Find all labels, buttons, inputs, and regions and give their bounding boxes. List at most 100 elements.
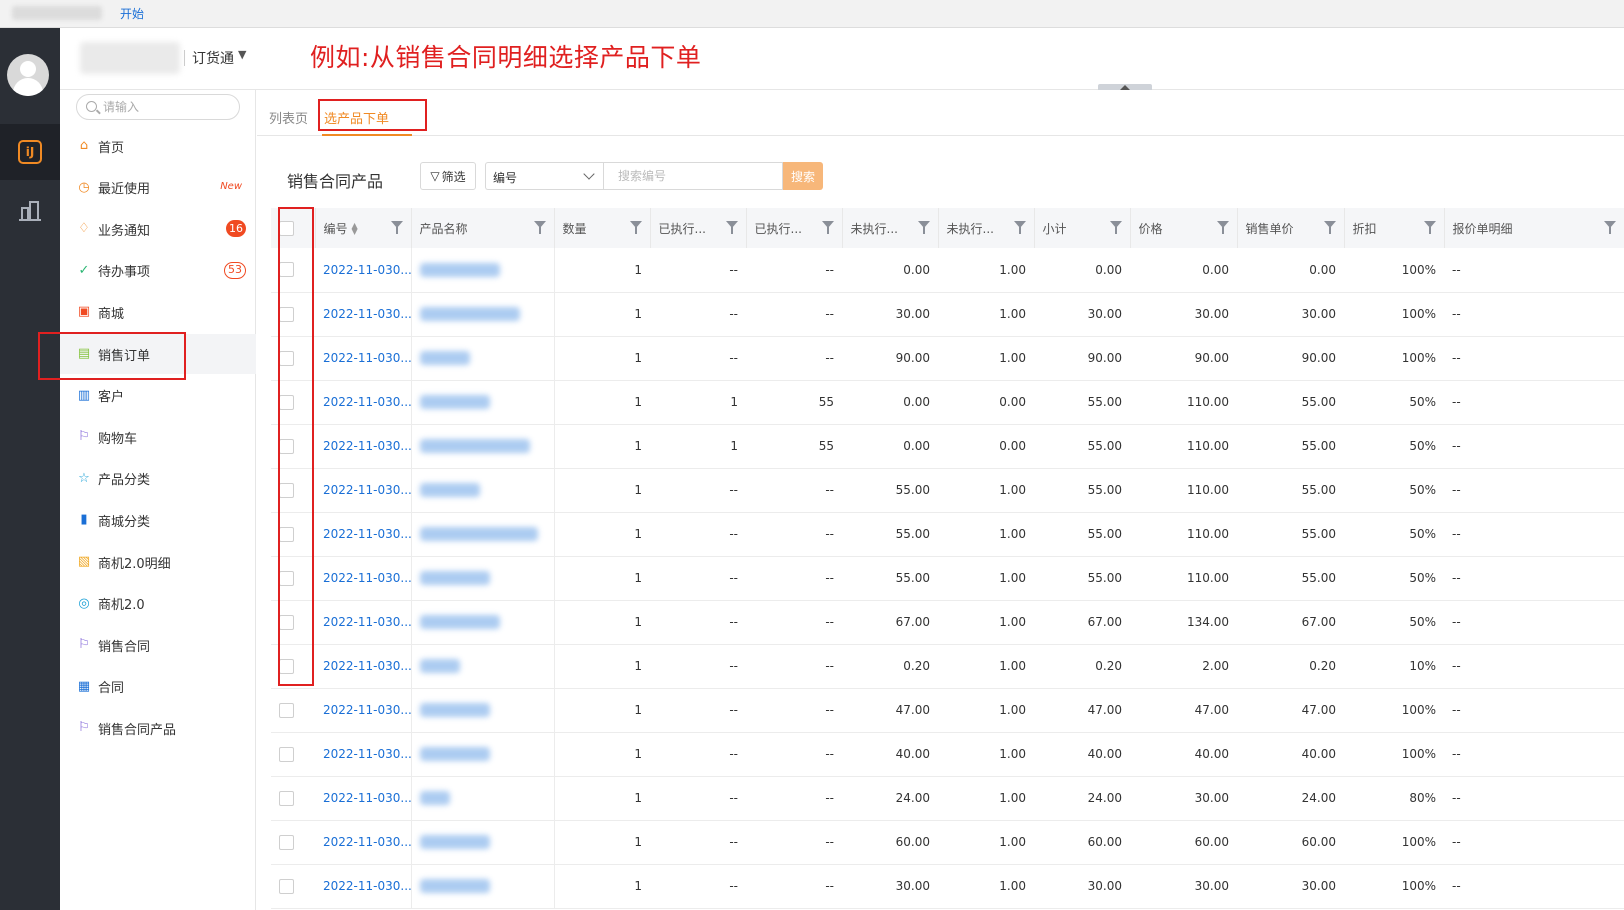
sidebar-item[interactable]: ♢ 业务通知 16 — [60, 209, 256, 249]
product-name-cell[interactable] — [411, 336, 555, 381]
row-checkbox[interactable] — [279, 438, 294, 454]
row-checkbox[interactable] — [279, 262, 294, 278]
row-checkbox[interactable] — [279, 306, 294, 322]
search-button[interactable]: 搜索 — [783, 162, 823, 190]
table-row[interactable]: 2022-11-030... 1 -- -- 55.00 1.00 55.00 110.00 5… — [271, 468, 1624, 513]
code-cell[interactable]: 2022-11-030... — [315, 380, 412, 425]
col-header[interactable]: 已执行... — [746, 208, 843, 248]
table-row[interactable]: 2022-11-030... 1 -- -- 0.00 1.00 0.00 0.00 0.00 1… — [271, 248, 1624, 293]
filter-funnel-icon[interactable] — [1216, 221, 1229, 235]
code-cell[interactable]: 2022-11-030... — [315, 556, 412, 601]
table-row[interactable]: 2022-11-030... 1 -- -- 40.00 1.00 40.00 40.00 40… — [271, 732, 1624, 777]
sidebar-item[interactable]: ▤ 销售订单 — [60, 334, 256, 374]
code-cell[interactable]: 2022-11-030... — [315, 820, 412, 865]
table-row[interactable]: 2022-11-030... 1 1 55 0.00 0.00 55.00 110.00 55.… — [271, 424, 1624, 469]
col-header[interactable]: 未执行... — [842, 208, 939, 248]
col-header[interactable]: 未执行... — [938, 208, 1035, 248]
sidebar-item[interactable]: ⚐ 购物车 — [60, 417, 256, 457]
col-header[interactable]: 已执行... — [650, 208, 747, 248]
filter-funnel-icon[interactable] — [1603, 221, 1616, 235]
product-name-cell[interactable] — [411, 468, 555, 513]
code-cell[interactable]: 2022-11-030... — [315, 732, 412, 777]
row-checkbox[interactable] — [279, 570, 294, 586]
product-name-cell[interactable] — [411, 820, 555, 865]
tab-select-products[interactable]: 选产品下单 — [324, 108, 389, 127]
row-checkbox[interactable] — [279, 746, 294, 762]
product-name-cell[interactable] — [411, 600, 555, 645]
col-header[interactable]: 小计 — [1034, 208, 1131, 248]
product-name-cell[interactable] — [411, 864, 555, 909]
product-name-cell[interactable] — [411, 556, 555, 601]
code-cell[interactable]: 2022-11-030... — [315, 688, 412, 733]
product-name-cell[interactable] — [411, 512, 555, 557]
avatar[interactable] — [7, 54, 49, 96]
filter-funnel-icon[interactable] — [1423, 221, 1436, 235]
col-header[interactable]: 产品名称 — [411, 208, 555, 248]
code-cell[interactable]: 2022-11-030... — [315, 512, 412, 557]
filter-funnel-icon[interactable] — [821, 221, 834, 235]
select-all-checkbox[interactable] — [279, 220, 294, 236]
sidebar-item[interactable]: ▣ 商城 — [60, 292, 256, 332]
code-cell[interactable]: 2022-11-030... — [315, 468, 412, 513]
table-row[interactable]: 2022-11-030... 1 -- -- 90.00 1.00 90.00 90.00 90… — [271, 336, 1624, 381]
search-field-select[interactable]: 编号 — [485, 162, 603, 190]
product-name-cell[interactable] — [411, 380, 555, 425]
row-checkbox[interactable] — [279, 614, 294, 630]
product-name-cell[interactable] — [411, 292, 555, 337]
row-checkbox[interactable] — [279, 834, 294, 850]
filter-funnel-icon[interactable] — [725, 221, 738, 235]
col-header[interactable]: 销售单价 — [1237, 208, 1345, 248]
table-row[interactable]: 2022-11-030... 1 -- -- 0.20 1.00 0.20 2.00 0.20 1… — [271, 644, 1624, 689]
sidebar-item[interactable]: ☆ 产品分类 — [60, 459, 256, 499]
app-switcher[interactable]: 订货通 — [192, 48, 234, 68]
table-row[interactable]: 2022-11-030... 1 -- -- 30.00 1.00 30.00 30.00 30… — [271, 292, 1624, 337]
sidebar-item[interactable]: ◷ 最近使用 New — [60, 168, 256, 208]
rail-org-button[interactable] — [0, 182, 60, 238]
sidebar-item[interactable]: ⌂ 首页 — [60, 126, 256, 166]
code-cell[interactable]: 2022-11-030... — [315, 600, 412, 645]
sort-icon[interactable]: ▲ ▼ — [352, 222, 358, 236]
table-row[interactable]: 2022-11-030... 1 -- -- 55.00 1.00 55.00 110.00 5… — [271, 556, 1624, 601]
table-row[interactable]: 2022-11-030... 1 -- -- 60.00 1.00 60.00 60.00 60… — [271, 820, 1624, 865]
sidebar-item[interactable]: ⚐ 销售合同 — [60, 625, 256, 665]
product-name-cell[interactable] — [411, 732, 555, 777]
filter-button[interactable]: ▽ 筛选 — [420, 162, 476, 190]
row-checkbox[interactable] — [279, 878, 294, 894]
filter-funnel-icon[interactable] — [533, 221, 546, 235]
table-row[interactable]: 2022-11-030... 1 -- -- 30.00 1.00 30.00 30.00 30… — [271, 864, 1624, 909]
row-checkbox[interactable] — [279, 526, 294, 542]
row-checkbox[interactable] — [279, 658, 294, 674]
filter-funnel-icon[interactable] — [1109, 221, 1122, 235]
sidebar-item[interactable]: ▧ 商机2.0明细 — [60, 542, 256, 582]
row-checkbox[interactable] — [279, 394, 294, 410]
sidebar-item[interactable]: ✓ 待办事项 53 — [60, 251, 256, 291]
col-header[interactable]: 折扣 — [1344, 208, 1445, 248]
filter-funnel-icon[interactable] — [1323, 221, 1336, 235]
table-row[interactable]: 2022-11-030... 1 -- -- 47.00 1.00 47.00 47.00 47… — [271, 688, 1624, 733]
sidebar-search-input[interactable] — [103, 98, 233, 116]
col-header[interactable]: 价格 — [1130, 208, 1238, 248]
col-header[interactable]: 报价单明细 — [1444, 208, 1624, 248]
start-link[interactable]: 开始 — [120, 5, 144, 22]
row-checkbox[interactable] — [279, 350, 294, 366]
sidebar-item[interactable]: ▮ 商城分类 — [60, 500, 256, 540]
row-checkbox[interactable] — [279, 702, 294, 718]
filter-funnel-icon[interactable] — [917, 221, 930, 235]
product-name-cell[interactable] — [411, 644, 555, 689]
product-name-cell[interactable] — [411, 424, 555, 469]
filter-funnel-icon[interactable] — [1013, 221, 1026, 235]
sidebar-item[interactable]: ▥ 客户 — [60, 376, 256, 416]
table-row[interactable]: 2022-11-030... 1 1 55 0.00 0.00 55.00 110.00 55.… — [271, 380, 1624, 425]
rail-app-button[interactable]: iJ — [0, 124, 60, 180]
code-cell[interactable]: 2022-11-030... — [315, 424, 412, 469]
product-name-cell[interactable] — [411, 688, 555, 733]
filter-funnel-icon[interactable] — [390, 221, 403, 235]
col-header[interactable]: 编号 ▲ ▼ — [315, 208, 412, 248]
sidebar-item[interactable]: ▦ 合同 — [60, 667, 256, 707]
sidebar-item[interactable]: ⚐ 销售合同产品 — [60, 708, 256, 748]
code-cell[interactable]: 2022-11-030... — [315, 864, 412, 909]
col-header[interactable]: 数量 — [554, 208, 651, 248]
sidebar-item[interactable]: ◎ 商机2.0 — [60, 584, 256, 624]
code-cell[interactable]: 2022-11-030... — [315, 776, 412, 821]
product-name-cell[interactable] — [411, 248, 555, 293]
